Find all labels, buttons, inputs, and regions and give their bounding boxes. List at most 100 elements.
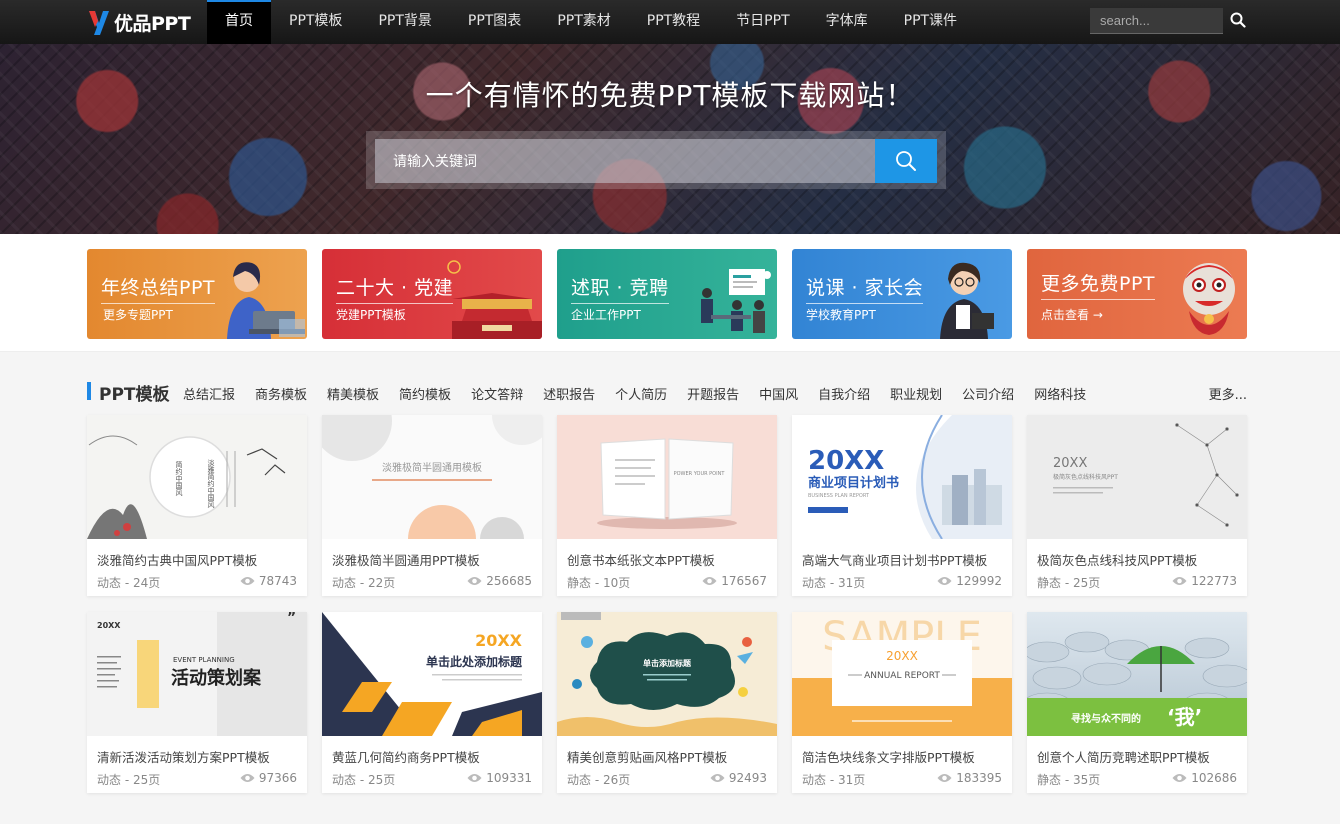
view-count-value: 109331 <box>486 771 532 785</box>
template-title[interactable]: 清新活泼活动策划方案PPT模板 <box>97 747 302 766</box>
nav-item-ppt-tutorials[interactable]: PPT教程 <box>629 0 718 44</box>
category-career[interactable]: 职业规划 <box>890 384 942 403</box>
category-tech[interactable]: 网络科技 <box>1034 384 1086 403</box>
lion-dance-illustration <box>1183 263 1235 335</box>
thumb-text: 寻找与众不同的 <box>1071 712 1141 725</box>
nav-item-home[interactable]: 首页 <box>207 0 271 44</box>
template-thumbnail[interactable]: SAMPLE 20XX ANNUAL REPORT <box>792 612 1012 736</box>
template-title[interactable]: 精美创意剪贴画风格PPT模板 <box>567 747 772 766</box>
nav-item-ppt-backgrounds[interactable]: PPT背景 <box>360 0 449 44</box>
thumb-text: EVENT PLANNING <box>173 656 235 664</box>
template-thumbnail[interactable]: 单击添加标题 <box>557 612 777 736</box>
template-card[interactable]: POWER YOUR POINT 创意书本纸张文本PPT模板 静态 - 10页 … <box>557 415 777 596</box>
eye-icon <box>240 774 255 782</box>
logo-text: 优品PPT <box>114 12 191 35</box>
template-thumbnail[interactable]: 20XX 商业项目计划书 BUSINESS PLAN REPORT <box>792 415 1012 539</box>
template-meta: 动态 - 26页 <box>567 773 631 787</box>
eye-icon <box>1172 774 1187 782</box>
template-thumbnail[interactable]: 淡雅极简半圆通用模板 <box>322 415 542 539</box>
nav-item-ppt-templates[interactable]: PPT模板 <box>271 0 360 44</box>
promo-year-end-summary[interactable]: 年终总结PPT 更多专题PPT <box>87 249 307 339</box>
template-card[interactable]: 20XX ” EVENT PLANNING 活动策划案 清新活泼活动策划方案PP… <box>87 612 307 793</box>
template-card[interactable]: 20XX 单击此处添加标题 黄蓝几何简约商务PPT模板 动态 - 25页 109… <box>322 612 542 793</box>
category-proposal[interactable]: 开题报告 <box>687 384 739 403</box>
template-card[interactable]: 单击添加标题 精美创意剪贴画风格PPT模板 动态 - 26页 92493 <box>557 612 777 793</box>
nav-item-ppt-assets[interactable]: PPT素材 <box>539 0 628 44</box>
view-count-value: 176567 <box>721 574 767 588</box>
category-business[interactable]: 商务模板 <box>255 384 307 403</box>
banner-search-button[interactable] <box>875 139 937 183</box>
nav-item-ppt-courseware[interactable]: PPT课件 <box>886 0 975 44</box>
category-chinese-style[interactable]: 中国风 <box>759 384 798 403</box>
template-meta: 静态 - 10页 <box>567 576 631 590</box>
template-card[interactable]: 寻找与众不同的 ‘我’ 创意个人简历竞聘述职PPT模板 静态 - 35页 102… <box>1027 612 1247 793</box>
category-resume[interactable]: 个人简历 <box>615 384 667 403</box>
template-card[interactable]: 淡雅简约中国风 简约中国风 淡雅简约古典中国风PPT模板 动态 - 24页 78… <box>87 415 307 596</box>
thumb-text: 商业项目计划书 <box>808 475 899 491</box>
template-card[interactable]: SAMPLE 20XX ANNUAL REPORT 简洁色块线条文字排版PPT模… <box>792 612 1012 793</box>
thumb-text: 单击添加标题 <box>643 658 692 668</box>
template-thumbnail[interactable]: 20XX 单击此处添加标题 <box>322 612 542 736</box>
nav-search-input[interactable] <box>1090 8 1223 34</box>
template-thumbnail[interactable]: POWER YOUR POINT <box>557 415 777 539</box>
view-count-value: 129992 <box>956 574 1002 588</box>
view-count: 92493 <box>710 771 767 785</box>
nav-item-holiday-ppt[interactable]: 节日PPT <box>718 0 807 44</box>
template-thumbnail[interactable]: 寻找与众不同的 ‘我’ <box>1027 612 1247 736</box>
template-card[interactable]: 20XX 商业项目计划书 BUSINESS PLAN REPORT 高端大气商业… <box>792 415 1012 596</box>
promo-subtitle: 企业工作PPT <box>571 308 641 322</box>
thumb-text: 活动策划案 <box>171 667 262 689</box>
svg-text:”: ” <box>287 612 296 626</box>
promo-more-free[interactable]: 更多免费PPT 点击查看 → <box>1027 249 1247 339</box>
view-count-value: 92493 <box>728 771 767 785</box>
template-meta: 动态 - 22页 <box>332 576 396 590</box>
view-count: 122773 <box>1172 574 1237 588</box>
thumb-text: 淡雅简约中国风 <box>207 459 215 509</box>
category-company[interactable]: 公司介绍 <box>962 384 1014 403</box>
category-exquisite[interactable]: 精美模板 <box>327 384 379 403</box>
more-link[interactable]: 更多... <box>1209 384 1247 403</box>
hero-banner: 一个有情怀的免费PPT模板下载网站！ <box>0 44 1340 234</box>
promo-party-building[interactable]: 二十大 · 党建 党建PPT模板 <box>322 249 542 339</box>
search-icon[interactable] <box>1230 12 1246 28</box>
category-simple[interactable]: 简约模板 <box>399 384 451 403</box>
view-count-value: 78743 <box>258 574 297 588</box>
thumb-text: POWER YOUR POINT <box>674 471 726 477</box>
view-count: 176567 <box>702 574 767 588</box>
template-title[interactable]: 极简灰色点线科技风PPT模板 <box>1037 550 1242 569</box>
logo-icon <box>86 7 112 37</box>
nav-item-ppt-charts[interactable]: PPT图表 <box>450 0 539 44</box>
nav-item-fonts[interactable]: 字体库 <box>808 0 886 44</box>
category-job-report[interactable]: 述职报告 <box>543 384 595 403</box>
thumb-text: 淡雅极简半圆通用模板 <box>382 461 482 474</box>
template-title[interactable]: 高端大气商业项目计划书PPT模板 <box>802 550 1007 569</box>
site-logo[interactable]: 优品PPT <box>86 6 191 38</box>
template-title[interactable]: 淡雅极简半圆通用PPT模板 <box>332 550 537 569</box>
template-card[interactable]: 淡雅极简半圆通用模板 淡雅极简半圆通用PPT模板 动态 - 22页 256685 <box>322 415 542 596</box>
banner-search-input[interactable] <box>375 139 875 183</box>
template-thumbnail[interactable]: 20XX 极简灰色点线科技风PPT <box>1027 415 1247 539</box>
template-meta: 动态 - 25页 <box>97 773 161 787</box>
promo-teaching[interactable]: 说课 · 家长会 学校教育PPT <box>792 249 1012 339</box>
eye-icon <box>702 577 717 585</box>
template-section-header: PPT模板 总结汇报 商务模板 精美模板 简约模板 论文答辩 述职报告 个人简历… <box>87 378 1247 406</box>
category-summary[interactable]: 总结汇报 <box>183 384 235 403</box>
banner-search <box>366 131 946 189</box>
template-title[interactable]: 创意书本纸张文本PPT模板 <box>567 550 772 569</box>
template-title[interactable]: 淡雅简约古典中国风PPT模板 <box>97 550 302 569</box>
template-title[interactable]: 创意个人简历竞聘述职PPT模板 <box>1037 747 1242 766</box>
template-card[interactable]: 20XX 极简灰色点线科技风PPT 极简灰色点线科技风PPT模板 静态 - 25… <box>1027 415 1247 596</box>
promo-subtitle: 学校教育PPT <box>806 308 876 322</box>
category-self-intro[interactable]: 自我介绍 <box>818 384 870 403</box>
template-thumbnail[interactable]: 20XX ” EVENT PLANNING 活动策划案 <box>87 612 307 736</box>
promo-strip: 年终总结PPT 更多专题PPT 二十大 · 党建 党建PPT模板 述职 · 竞聘… <box>0 234 1340 352</box>
template-meta: 动态 - 25页 <box>332 773 396 787</box>
category-thesis[interactable]: 论文答辩 <box>471 384 523 403</box>
eye-icon <box>937 774 952 782</box>
template-thumbnail[interactable]: 淡雅简约中国风 简约中国风 <box>87 415 307 539</box>
template-title[interactable]: 简洁色块线条文字排版PPT模板 <box>802 747 1007 766</box>
view-count-value: 97366 <box>258 771 297 785</box>
template-title[interactable]: 黄蓝几何简约商务PPT模板 <box>332 747 537 766</box>
view-count-value: 102686 <box>1191 771 1237 785</box>
promo-job-report[interactable]: 述职 · 竞聘 企业工作PPT <box>557 249 777 339</box>
